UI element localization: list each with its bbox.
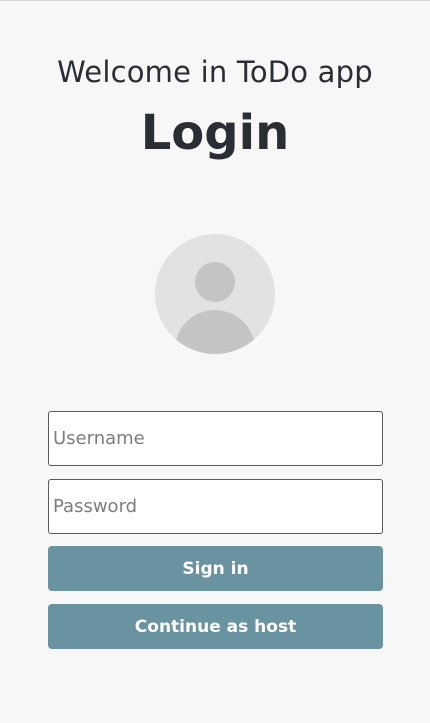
login-page: Welcome in ToDo app Login Sign in Contin… [0,1,430,723]
avatar-head-shape [195,262,235,302]
user-avatar-icon [155,234,275,354]
page-title: Login [140,105,290,161]
password-input[interactable] [48,479,383,534]
username-input[interactable] [48,411,383,466]
avatar-body-shape [175,310,255,354]
sign-in-button[interactable]: Sign in [48,546,383,591]
welcome-heading: Welcome in ToDo app [57,55,373,89]
continue-as-host-button[interactable]: Continue as host [48,604,383,649]
